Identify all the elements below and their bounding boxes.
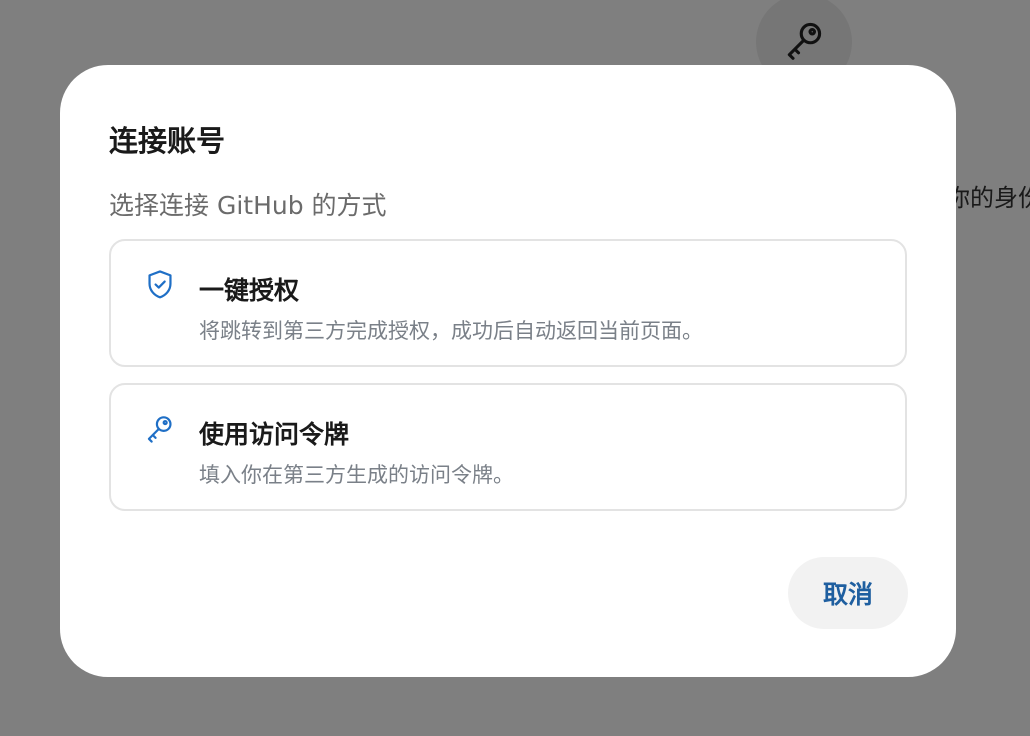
option-access-token[interactable]: 使用访问令牌 填入你在第三方生成的访问令牌。 <box>109 383 907 511</box>
key-icon <box>145 413 175 445</box>
option-access-token-description: 填入你在第三方生成的访问令牌。 <box>199 463 514 487</box>
shield-check-icon <box>145 269 175 301</box>
option-access-token-title: 使用访问令牌 <box>199 420 350 449</box>
dialog-subtitle: 选择连接 GitHub 的方式 <box>109 191 387 220</box>
option-oauth-title: 一键授权 <box>199 276 300 305</box>
option-oauth[interactable]: 一键授权 将跳转到第三方完成授权，成功后自动返回当前页面。 <box>109 239 907 367</box>
cancel-button[interactable]: 取消 <box>788 557 908 629</box>
option-oauth-description: 将跳转到第三方完成授权，成功后自动返回当前页面。 <box>199 319 703 343</box>
connect-account-dialog: 连接账号 选择连接 GitHub 的方式 一键授权 将跳转到第三方完成授权，成功… <box>60 65 956 677</box>
dialog-title: 连接账号 <box>109 124 226 158</box>
